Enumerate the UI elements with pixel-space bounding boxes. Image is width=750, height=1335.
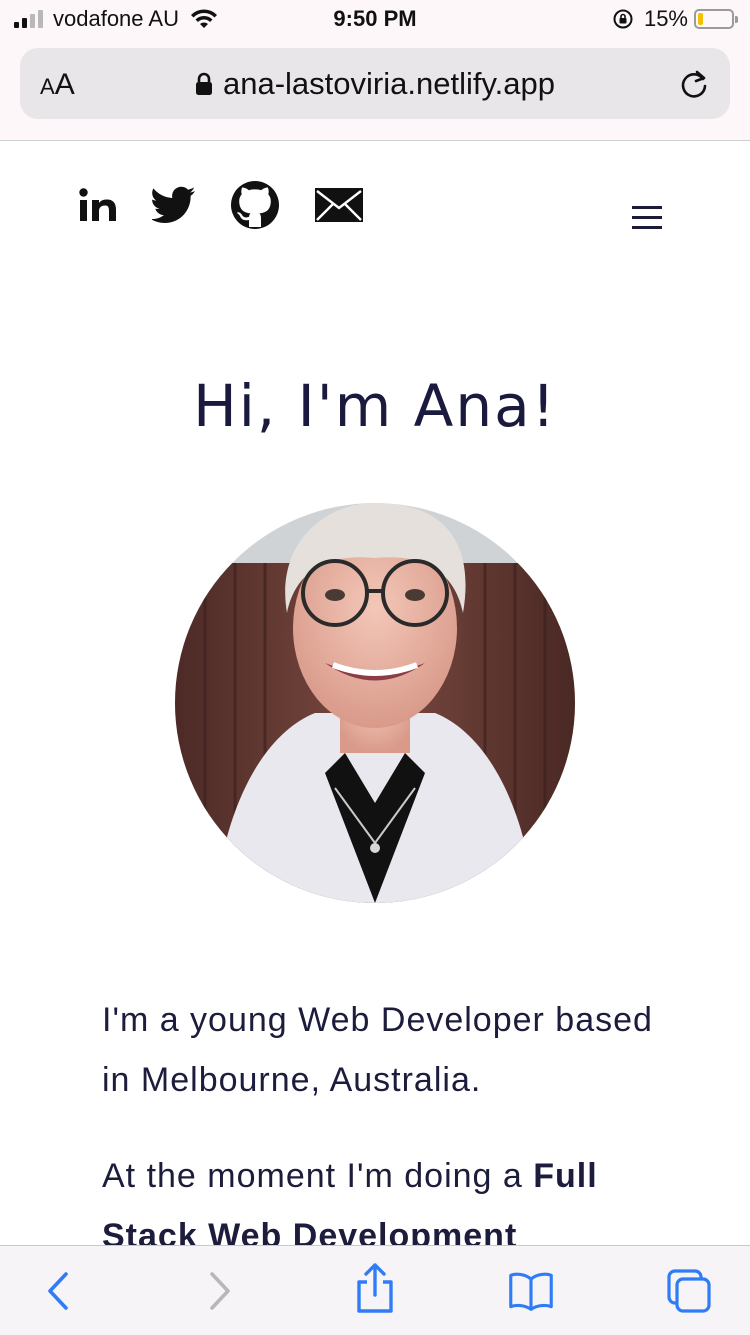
bio-paragraph-1: I'm a young Web Developer based in Melbo… — [102, 1001, 653, 1099]
back-icon[interactable] — [36, 1268, 82, 1314]
social-links — [78, 180, 398, 230]
share-icon[interactable] — [352, 1262, 398, 1314]
browser-toolbar — [0, 1245, 750, 1335]
mail-icon[interactable] — [314, 187, 364, 223]
status-bar: vodafone AU 9:50 PM 15% — [0, 0, 750, 40]
linkedin-icon[interactable] — [78, 185, 118, 225]
github-icon[interactable] — [230, 180, 280, 230]
battery-percentage: 15% — [643, 6, 688, 31]
browser-top-bar: AA ana-lastoviria.netlify.app — [0, 40, 750, 141]
battery-icon — [694, 9, 738, 29]
tabs-icon[interactable] — [666, 1268, 712, 1314]
hamburger-icon[interactable] — [632, 206, 662, 232]
forward-icon[interactable] — [196, 1268, 242, 1314]
profile-photo — [175, 503, 575, 903]
battery-level-fill — [698, 13, 703, 25]
reload-icon[interactable] — [676, 66, 712, 102]
url-text: ana-lastoviria.netlify.app — [223, 66, 555, 101]
address-bar[interactable]: AA ana-lastoviria.netlify.app — [20, 48, 730, 119]
bookmarks-icon[interactable] — [508, 1268, 554, 1314]
status-right: 15% — [612, 6, 738, 32]
rotation-lock-icon — [613, 9, 633, 29]
url-field[interactable]: ana-lastoviria.netlify.app — [20, 66, 730, 102]
padlock-icon — [196, 72, 212, 95]
twitter-icon[interactable] — [152, 186, 196, 224]
page-title: Hi, I'm Ana! — [193, 372, 557, 440]
